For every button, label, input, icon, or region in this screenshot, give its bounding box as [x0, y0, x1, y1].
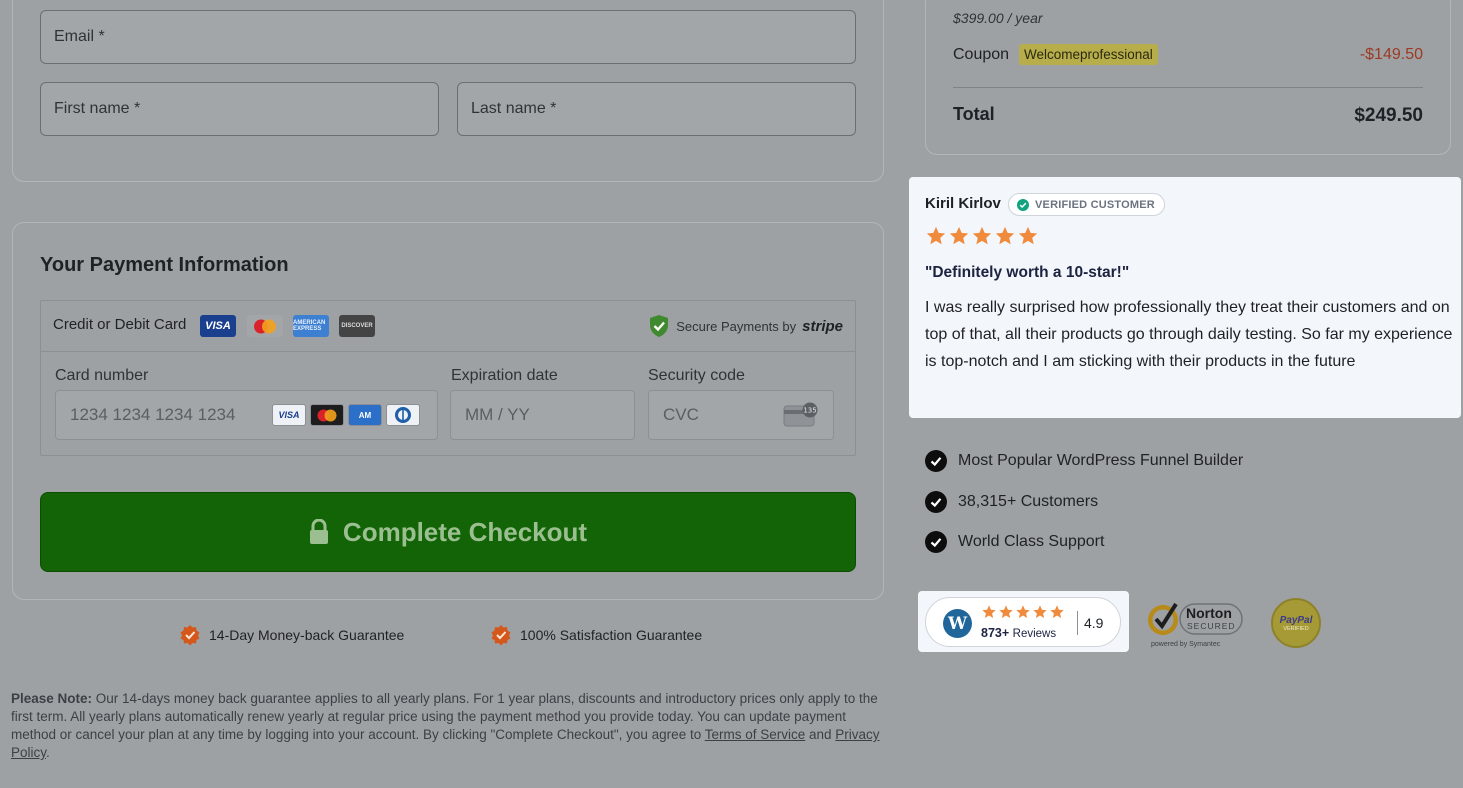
verified-label: VERIFIED CUSTOMER: [1035, 198, 1155, 211]
checkout-label: Complete Checkout: [342, 516, 588, 547]
amex-logo: AMERICAN EXPRESS: [293, 315, 329, 337]
price-value: $399.00: [953, 10, 1004, 26]
stripe-payment-box: Credit or Debit Card VISA AMERICAN EXPRE…: [40, 300, 856, 456]
wp-review-count: 873+ Reviews: [981, 626, 1056, 640]
norton-secured-badge: Norton SECURED powered by Symantec: [1148, 602, 1243, 648]
verified-customer-badge: VERIFIED CUSTOMER: [1008, 193, 1165, 216]
visa-logo: VISA: [200, 315, 236, 337]
discover-logo: DISCOVER: [339, 315, 375, 337]
check-circle-icon: [925, 450, 947, 472]
norton-name: Norton: [1186, 605, 1232, 621]
mastercard-mini-icon: [310, 404, 344, 426]
wordpress-reviews-badge: W 873+ Reviews 4.9: [918, 591, 1129, 652]
paypal-name: PayPal: [1279, 614, 1313, 626]
star-icon: [995, 226, 1015, 245]
last-name-placeholder: Last name *: [471, 100, 557, 117]
star-icon: [999, 605, 1013, 618]
amex-mini-icon: AM: [348, 404, 382, 426]
card-number-placeholder: 1234 1234 1234 1234: [70, 405, 236, 424]
paypal-verified: VERIFIED: [1283, 625, 1309, 632]
guarantee-label: 100% Satisfaction Guarantee: [520, 627, 703, 643]
review-body: I was really surprised how professionall…: [925, 299, 1453, 370]
secure-payments-text: Secure Payments by: [676, 318, 797, 334]
verified-check-icon: [1017, 198, 1029, 211]
wp-review-stars: [981, 604, 1065, 620]
reviewer-name: Kiril Kirlov: [925, 195, 1001, 212]
coupon-code-badge: Welcomeprofessional: [1019, 44, 1158, 65]
lock-icon: [309, 519, 328, 544]
legal-note: Please Note: Our 14-days money back guar…: [11, 690, 886, 762]
star-icon: [1016, 605, 1030, 618]
first-name-field[interactable]: First name *: [40, 82, 439, 136]
terms-of-service-link[interactable]: Terms of Service: [705, 727, 806, 742]
payment-method-label: Credit or Debit Card: [53, 316, 187, 333]
wp-count-value: 873+: [981, 626, 1010, 640]
wp-count-word: Reviews: [1012, 628, 1057, 640]
card-number-input[interactable]: 1234 1234 1234 1234 VISA AM: [55, 390, 438, 440]
feature-label: Most Popular WordPress Funnel Builder: [958, 452, 1244, 469]
complete-checkout-button[interactable]: Complete Checkout: [40, 492, 856, 572]
wp-rating-value: 4.9: [1084, 615, 1104, 631]
star-icon: [949, 226, 969, 245]
payment-method-header[interactable]: Credit or Debit Card VISA AMERICAN EXPRE…: [41, 301, 855, 352]
star-icon: [1018, 226, 1038, 245]
feature-label: World Class Support: [958, 533, 1105, 550]
check-circle-icon: [925, 531, 947, 553]
mastercard-logo: [247, 315, 283, 337]
payment-title: Your Payment Information: [40, 254, 289, 276]
note-end: .: [46, 745, 50, 760]
expiration-placeholder: MM / YY: [465, 405, 530, 424]
norton-secured: SECURED: [1187, 621, 1236, 631]
secure-payments-badge: Secure Payments by stripe: [648, 314, 843, 338]
satisfaction-guarantee: 100% Satisfaction Guarantee: [490, 624, 702, 646]
summary-divider: [953, 87, 1423, 88]
total-label: Total: [953, 104, 995, 124]
wordpress-icon: W: [943, 609, 972, 638]
review-stars: [925, 225, 1039, 247]
guarantee-label: 14-Day Money-back Guarantee: [209, 627, 405, 643]
guarantee-badge-icon: [180, 625, 200, 646]
expiration-label: Expiration date: [451, 367, 558, 384]
star-icon: [982, 605, 996, 618]
star-icon: [972, 226, 992, 245]
review-title: "Definitely worth a 10-star!": [925, 264, 1130, 281]
cvc-input[interactable]: CVC 135: [648, 390, 834, 440]
star-icon: [1050, 605, 1064, 618]
feature-item: Most Popular WordPress Funnel Builder: [925, 450, 1243, 472]
customer-review-card: Kiril Kirlov VERIFIED CUSTOMER "Definite…: [909, 177, 1461, 418]
note-and: and: [805, 727, 836, 742]
email-field[interactable]: Email *: [40, 10, 856, 64]
plan-price: $399.00 / year: [953, 10, 1043, 26]
coupon-discount: -$149.50: [1359, 46, 1423, 63]
card-number-label: Card number: [55, 367, 149, 384]
security-code-label: Security code: [648, 367, 745, 384]
cvc-placeholder: CVC: [663, 405, 699, 424]
first-name-placeholder: First name *: [54, 100, 141, 117]
price-period: / year: [1003, 10, 1043, 26]
feature-item: 38,315+ Customers: [925, 491, 1098, 513]
cvc-card-icon: 135: [783, 402, 818, 427]
star-icon: [1033, 605, 1047, 618]
feature-label: 38,315+ Customers: [958, 493, 1099, 510]
check-circle-icon: [925, 491, 947, 513]
coupon-label: Coupon: [953, 46, 1010, 63]
money-back-guarantee: 14-Day Money-back Guarantee: [179, 624, 404, 646]
expiration-input[interactable]: MM / YY: [450, 390, 635, 440]
note-heading: Please Note:: [11, 691, 93, 706]
visa-mini-icon: VISA: [272, 404, 306, 426]
feature-item: World Class Support: [925, 531, 1104, 553]
norton-powered: powered by Symantec: [1151, 641, 1221, 648]
stripe-logo: stripe: [802, 317, 843, 335]
wp-separator: [1077, 611, 1078, 635]
shield-check-icon: [650, 315, 669, 337]
guarantee-badge-icon: [491, 625, 511, 646]
star-icon: [926, 226, 946, 245]
diners-mini-icon: [386, 404, 420, 426]
cvc-hint-text: 135: [803, 407, 816, 415]
total-amount: $249.50: [1354, 105, 1423, 126]
wordpress-reviews-pill: W 873+ Reviews 4.9: [925, 597, 1121, 647]
paypal-verified-badge: PayPal VERIFIED: [1271, 598, 1321, 648]
last-name-field[interactable]: Last name *: [457, 82, 856, 136]
email-placeholder: Email *: [54, 28, 105, 45]
